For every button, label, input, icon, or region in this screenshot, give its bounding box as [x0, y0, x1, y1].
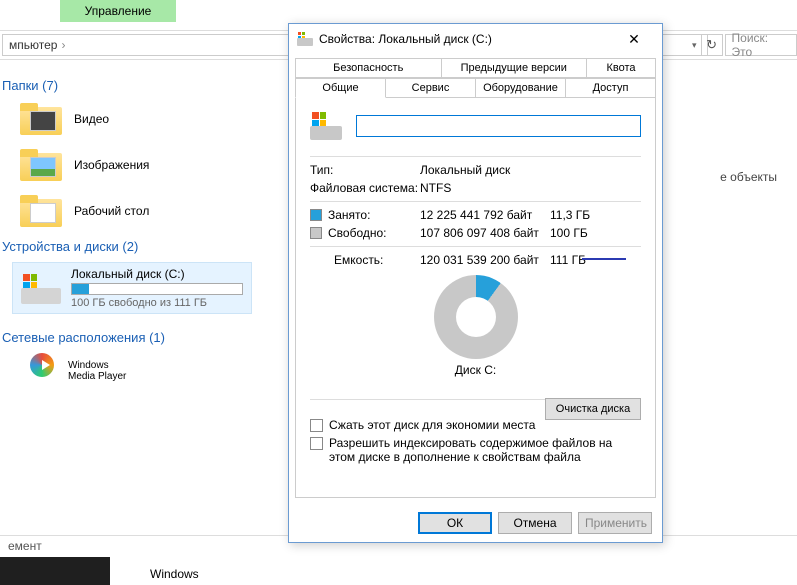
drive-icon — [310, 110, 342, 142]
chevron-right-icon: › — [61, 38, 65, 52]
tab-quota[interactable]: Квота — [586, 58, 656, 78]
filesystem-value: NTFS — [420, 181, 451, 195]
cancel-button[interactable]: Отмена — [498, 512, 572, 534]
type-value: Локальный диск — [420, 163, 510, 177]
dialog-titlebar[interactable]: Свойства: Локальный диск (C:) ✕ — [289, 24, 662, 54]
used-swatch-icon — [310, 209, 322, 221]
close-icon: ✕ — [628, 31, 640, 48]
compress-checkbox[interactable] — [310, 419, 323, 432]
capacity-label: Емкость: — [334, 253, 383, 267]
tabs-container: Безопасность Предыдущие версии Квота Общ… — [289, 54, 662, 98]
right-hint-text: е объекты — [720, 170, 777, 184]
taskbar-item[interactable]: Windows — [150, 567, 199, 581]
free-bytes: 107 806 097 408 байт — [420, 226, 550, 240]
folder-icon — [20, 147, 62, 183]
properties-dialog: Свойства: Локальный диск (C:) ✕ Безопасн… — [288, 23, 663, 543]
folder-icon — [20, 101, 62, 137]
capacity-gb: 111 ГБ — [550, 253, 641, 267]
annotation-underline — [582, 258, 626, 260]
type-label: Тип: — [310, 163, 420, 177]
tab-hardware[interactable]: Оборудование — [475, 78, 566, 98]
refresh-icon: ↻ — [706, 37, 717, 53]
refresh-button[interactable]: ↻ — [701, 34, 723, 56]
chart-label: Диск C: — [455, 363, 496, 377]
tab-security[interactable]: Безопасность — [295, 58, 442, 78]
tab-previous-versions[interactable]: Предыдущие версии — [441, 58, 588, 78]
drive-icon — [21, 268, 61, 308]
used-label: Занято: — [328, 208, 370, 222]
close-button[interactable]: ✕ — [614, 25, 654, 53]
free-gb: 100 ГБ — [550, 226, 641, 240]
tab-sharing[interactable]: Доступ — [565, 78, 656, 98]
filesystem-label: Файловая система: — [310, 181, 420, 195]
drive-item-c[interactable]: Локальный диск (C:) 100 ГБ свободно из 1… — [12, 262, 252, 314]
index-label: Разрешить индексировать содержимое файло… — [329, 436, 641, 464]
used-bytes: 12 225 441 792 байт — [420, 208, 550, 222]
taskbar[interactable] — [0, 557, 110, 585]
breadcrumb[interactable]: мпьютер — [9, 38, 57, 52]
dialog-buttons: ОК Отмена Применить — [289, 504, 662, 542]
ribbon-tab-manage[interactable]: Управление — [60, 0, 176, 22]
folder-label: Изображения — [74, 158, 149, 172]
tab-tools[interactable]: Сервис — [385, 78, 476, 98]
capacity-bytes: 120 031 539 200 байт — [420, 253, 550, 267]
drive-icon — [297, 31, 313, 47]
drive-usage-bar — [71, 283, 243, 295]
folder-label: Видео — [74, 112, 109, 126]
free-label: Свободно: — [328, 226, 387, 240]
usage-pie-chart — [434, 275, 518, 359]
apply-button[interactable]: Применить — [578, 512, 652, 534]
tabs-row-2: Общие Сервис Оборудование Доступ — [295, 78, 656, 98]
drive-subtext: 100 ГБ свободно из 111 ГБ — [71, 297, 243, 309]
search-placeholder: Поиск: Это — [732, 31, 790, 59]
dialog-title: Свойства: Локальный диск (C:) — [319, 32, 614, 46]
index-checkbox[interactable] — [310, 437, 323, 450]
wmp-icon — [26, 353, 62, 389]
ok-button[interactable]: ОК — [418, 512, 492, 534]
drive-name: Локальный диск (C:) — [71, 267, 243, 281]
disk-cleanup-button[interactable]: Очистка диска — [545, 398, 641, 420]
wmp-label: Windows Media Player — [68, 360, 126, 382]
chevron-down-icon[interactable]: ▾ — [692, 40, 697, 51]
tabs-row-1: Безопасность Предыдущие версии Квота — [295, 58, 656, 78]
folder-label: Рабочий стол — [74, 204, 149, 218]
tab-general[interactable]: Общие — [295, 78, 386, 98]
search-input[interactable]: Поиск: Это — [725, 34, 797, 56]
drive-name-input[interactable] — [356, 115, 641, 137]
used-gb: 11,3 ГБ — [550, 208, 641, 222]
free-swatch-icon — [310, 227, 322, 239]
tab-panel-general: Тип: Локальный диск Файловая система: NT… — [295, 97, 656, 498]
folder-icon — [20, 193, 62, 229]
compress-label: Сжать этот диск для экономии места — [329, 418, 535, 432]
drive-info: Локальный диск (C:) 100 ГБ свободно из 1… — [71, 267, 243, 309]
